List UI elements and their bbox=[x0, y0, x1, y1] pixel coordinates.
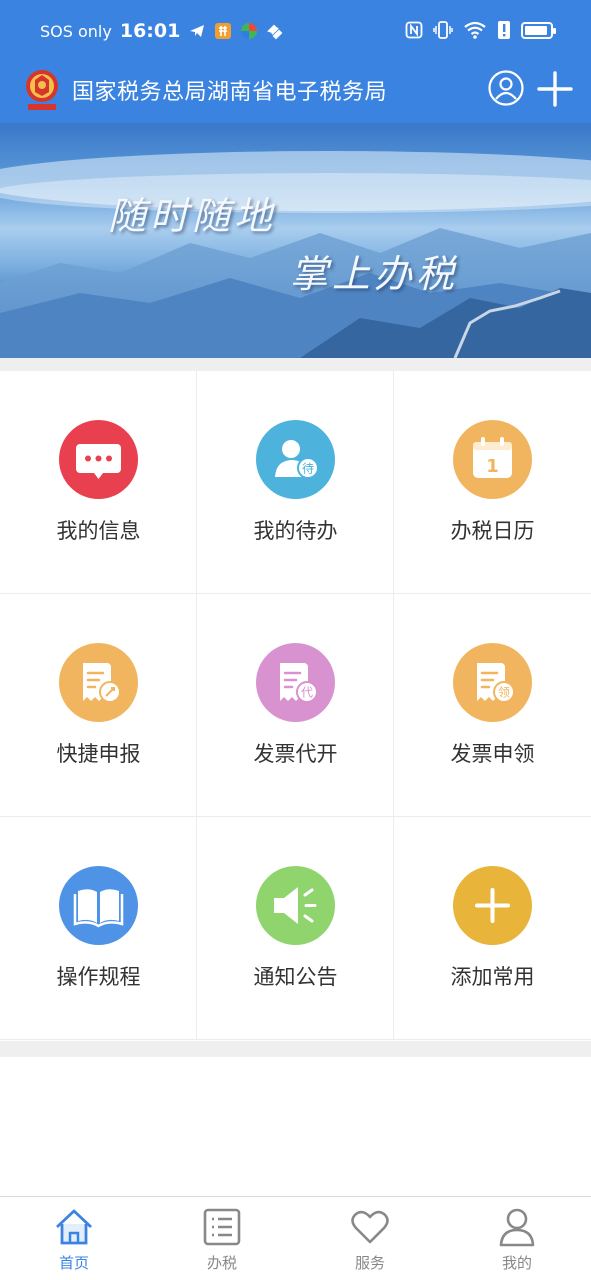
carrier-text: SOS only bbox=[40, 21, 112, 41]
calendar-icon: 1 bbox=[453, 420, 532, 499]
telegram-icon bbox=[190, 25, 205, 37]
tab-mine[interactable]: 我的 bbox=[443, 1197, 591, 1280]
speaker-icon bbox=[256, 866, 335, 945]
tab-service[interactable]: 服务 bbox=[296, 1197, 444, 1280]
tab-home[interactable]: 首页 bbox=[0, 1197, 148, 1280]
grid-item-invoice-issue[interactable]: 代 发票代开 bbox=[197, 594, 394, 817]
color-app-icon bbox=[241, 23, 258, 39]
add-icon bbox=[453, 866, 532, 945]
add-icon[interactable] bbox=[536, 70, 574, 108]
tax-bureau-emblem-icon bbox=[26, 70, 58, 110]
invoice-issue-icon: 代 bbox=[256, 643, 335, 722]
grid-item-label: 我的待办 bbox=[253, 519, 338, 543]
home-icon bbox=[56, 1209, 92, 1245]
grid-item-tax-calendar[interactable]: 1 办税日历 bbox=[394, 371, 591, 594]
tab-tax[interactable]: 办税 bbox=[148, 1197, 296, 1280]
grid-item-label: 发票申领 bbox=[450, 742, 535, 766]
section-divider bbox=[0, 358, 591, 371]
tab-label: 办税 bbox=[206, 1254, 237, 1272]
grid-item-invoice-apply[interactable]: 领 发票申领 bbox=[394, 594, 591, 817]
wifi-icon bbox=[464, 21, 486, 39]
banner-slogan-line1: 随时随地 bbox=[108, 194, 277, 238]
grid-item-operating-procedures[interactable]: 操作规程 bbox=[0, 817, 197, 1040]
person-icon bbox=[499, 1208, 535, 1247]
grid-item-label: 我的信息 bbox=[56, 519, 141, 543]
banner-landscape-image bbox=[0, 151, 591, 358]
todo-badge-text: 待 bbox=[302, 462, 314, 476]
grid-item-notices[interactable]: 通知公告 bbox=[197, 817, 394, 1040]
grid-item-add-favorite[interactable]: 添加常用 bbox=[394, 817, 591, 1040]
todo-user-icon: 待 bbox=[256, 420, 335, 499]
quick-declare-icon bbox=[59, 643, 138, 722]
bottom-tab-bar: 首页 办税 服务 我的 bbox=[0, 1196, 591, 1280]
list-icon bbox=[203, 1208, 241, 1246]
invoice-apply-icon: 领 bbox=[453, 643, 532, 722]
grid-item-label: 快捷申报 bbox=[56, 742, 141, 766]
banner-slogan-line2: 掌上办税 bbox=[290, 252, 459, 296]
vibrate-icon bbox=[433, 21, 453, 39]
grid-item-quick-declare[interactable]: 快捷申报 bbox=[0, 594, 197, 817]
app-title: 国家税务总局湖南省电子税务局 bbox=[72, 80, 388, 105]
invoice-apply-badge-text: 领 bbox=[498, 686, 510, 700]
tab-label: 我的 bbox=[501, 1254, 532, 1272]
heart-icon bbox=[351, 1210, 389, 1244]
tab-label: 首页 bbox=[58, 1254, 89, 1272]
invoice-issue-badge-text: 代 bbox=[301, 686, 313, 700]
grid-item-label: 办税日历 bbox=[450, 519, 535, 543]
function-grid: 我的信息 待 我的待办 1 办税日历 快捷申报 代 发票代开 领 发票申领 操作… bbox=[0, 371, 591, 1041]
grid-item-my-todo[interactable]: 待 我的待办 bbox=[197, 371, 394, 594]
signal-alert-icon bbox=[498, 21, 510, 39]
battery-icon bbox=[521, 21, 556, 39]
clock: 16:01 bbox=[119, 20, 181, 42]
tab-label: 服务 bbox=[354, 1254, 385, 1272]
grid-item-label: 通知公告 bbox=[253, 965, 338, 989]
grid-item-label: 添加常用 bbox=[450, 965, 535, 989]
title-bar: 国家税务总局湖南省电子税务局 bbox=[0, 62, 591, 123]
grid-item-label: 操作规程 bbox=[56, 965, 141, 989]
link-app-icon bbox=[267, 24, 283, 40]
grid-item-label: 发票代开 bbox=[253, 742, 338, 766]
section-divider bbox=[0, 1041, 591, 1057]
status-bar: SOS only 16:01 bbox=[0, 0, 591, 62]
banner[interactable]: 随时随地 掌上办税 bbox=[0, 123, 591, 358]
book-icon bbox=[59, 866, 138, 945]
nfc-icon bbox=[405, 21, 423, 39]
calendar-badge-text: 1 bbox=[486, 456, 499, 477]
app-header: SOS only 16:01 国家税务总局湖南省电子税务局 bbox=[0, 0, 591, 123]
grid-item-my-messages[interactable]: 我的信息 bbox=[0, 371, 197, 594]
app-notify-icon bbox=[215, 23, 232, 39]
user-account-icon[interactable] bbox=[488, 70, 524, 106]
message-icon bbox=[59, 420, 138, 499]
